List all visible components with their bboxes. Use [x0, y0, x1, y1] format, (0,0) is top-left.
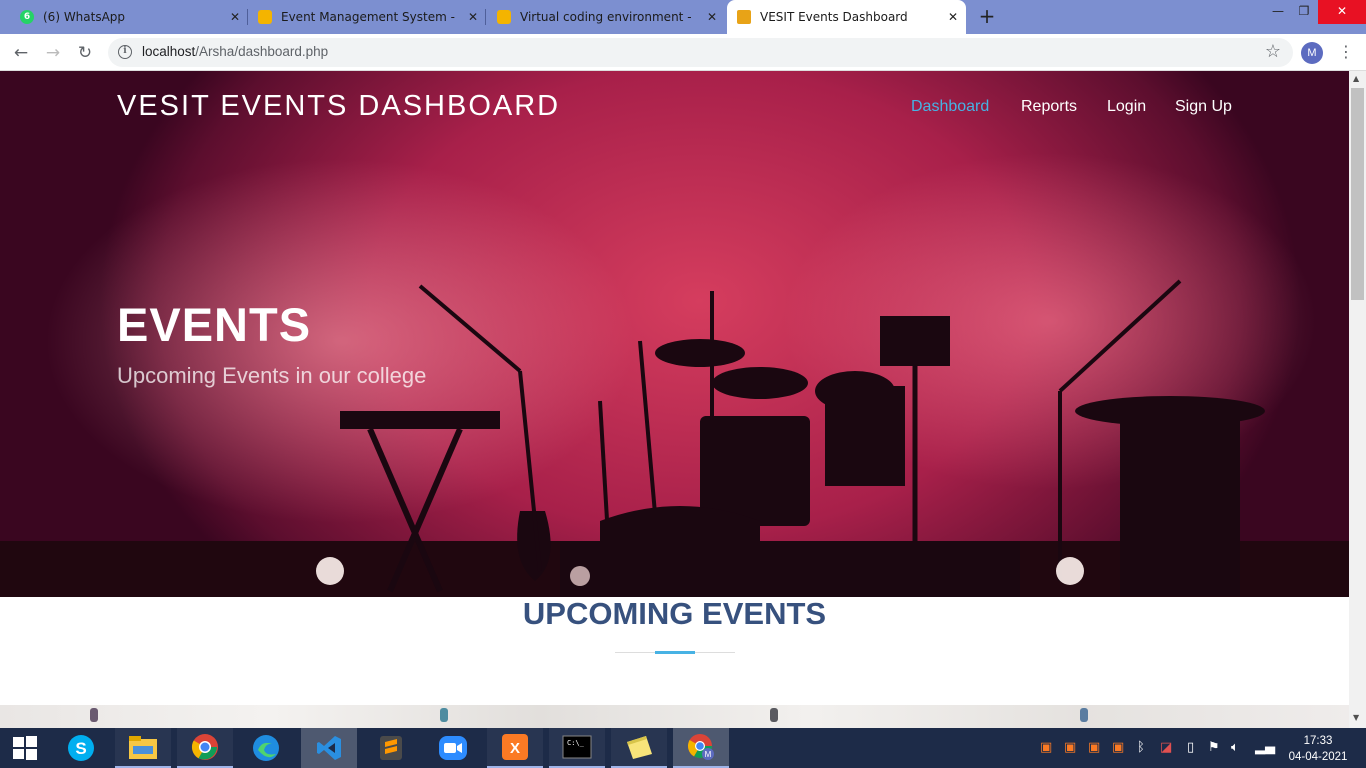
chrome-profile-icon[interactable]: M: [673, 728, 729, 768]
clock-date: 04-04-2021: [1288, 751, 1348, 763]
tab-title: VESIT Events Dashboard: [760, 10, 908, 24]
close-tab-icon[interactable]: ✕: [707, 10, 717, 24]
url-text[interactable]: localhost/Arsha/dashboard.php: [142, 44, 328, 59]
svg-text:X: X: [510, 740, 520, 757]
nav-dashboard[interactable]: Dashboard: [911, 98, 989, 116]
bluetooth-icon[interactable]: ᛒ: [1137, 740, 1145, 755]
tab-whatsapp[interactable]: 6 (6) WhatsApp ✕: [12, 0, 248, 34]
skype-icon[interactable]: S: [53, 728, 109, 768]
tray-xampp-icon[interactable]: ▣: [1112, 740, 1124, 755]
taskbar-clock[interactable]: 17:33 04-04-2021: [1287, 733, 1349, 765]
svg-text:M: M: [705, 750, 712, 759]
hero-subtitle: Upcoming Events in our college: [117, 363, 427, 388]
nav-sign-up[interactable]: Sign Up: [1175, 98, 1232, 116]
tab-event-management-system[interactable]: Event Management System - Goo ✕: [250, 0, 486, 34]
address-bar[interactable]: i localhost/Arsha/dashboard.php ☆: [108, 38, 1293, 67]
close-tab-icon[interactable]: ✕: [948, 10, 958, 24]
tab-title: (6) WhatsApp: [43, 10, 126, 24]
close-tab-icon[interactable]: ✕: [230, 10, 240, 24]
close-tab-icon[interactable]: ✕: [468, 10, 478, 24]
scroll-up-icon[interactable]: ▲: [1353, 74, 1359, 83]
xampp-icon[interactable]: X: [487, 728, 543, 768]
tray-antivirus-icon[interactable]: ◪: [1160, 740, 1172, 755]
tray-xampp-icon[interactable]: ▣: [1040, 740, 1052, 755]
browser-menu-icon[interactable]: ⋮: [1338, 40, 1354, 64]
browser-toolbar: ← → ↻ i localhost/Arsha/dashboard.php ☆ …: [0, 34, 1366, 71]
nav-reports[interactable]: Reports: [1021, 98, 1077, 116]
svg-text:C:\_: C:\_: [567, 739, 585, 747]
edge-icon[interactable]: [238, 728, 294, 768]
hero-title: EVENTS: [117, 298, 312, 351]
crowd-figure: [770, 708, 778, 722]
svg-text:S: S: [75, 739, 86, 758]
new-tab-button[interactable]: +: [976, 5, 998, 27]
tab-vesit-events-dashboard[interactable]: VESIT Events Dashboard ✕: [727, 0, 966, 34]
sublime-text-icon[interactable]: [363, 728, 419, 768]
close-window-button[interactable]: ✕: [1318, 0, 1366, 24]
url-host: localhost: [142, 44, 196, 59]
section-title: UPCOMING EVENTS: [522, 596, 827, 631]
events-image-strip: [0, 705, 1349, 728]
chrome-icon[interactable]: [177, 728, 233, 768]
windows-start-icon[interactable]: [0, 728, 50, 768]
windows-taskbar: S X C:\_ M ▣ ▣ ▣ ▣ ᛒ ◪ ▯ ⚑ 🔈︎ ▂▄ 17:33 0…: [0, 728, 1366, 768]
action-center-flag-icon[interactable]: ⚑: [1208, 740, 1220, 755]
battery-icon[interactable]: ▯: [1187, 740, 1194, 755]
tab-virtual-coding-environment[interactable]: Virtual coding environment - Goo ✕: [489, 0, 725, 34]
zoom-icon[interactable]: [425, 728, 481, 768]
page-viewport: VESIT EVENTS DASHBOARD Dashboard Reports…: [0, 71, 1349, 728]
reload-icon[interactable]: ↻: [74, 42, 96, 64]
clock-time: 17:33: [1303, 735, 1333, 747]
file-explorer-icon[interactable]: [115, 728, 171, 768]
browser-tab-bar: 6 (6) WhatsApp ✕ Event Management System…: [0, 0, 1366, 34]
volume-icon[interactable]: 🔈︎: [1231, 740, 1239, 755]
forward-icon[interactable]: →: [42, 42, 64, 64]
nav-login[interactable]: Login: [1107, 98, 1146, 116]
vscode-icon[interactable]: [301, 728, 357, 768]
page-scrollbar[interactable]: ▲ ▼: [1349, 71, 1366, 728]
google-slides-icon: [258, 10, 272, 24]
network-signal-icon[interactable]: ▂▄: [1255, 740, 1275, 755]
hero-section: VESIT EVENTS DASHBOARD Dashboard Reports…: [0, 71, 1349, 597]
google-slides-icon: [497, 10, 511, 24]
crowd-figure: [1080, 708, 1088, 722]
back-icon[interactable]: ←: [10, 42, 32, 64]
site-brand[interactable]: VESIT EVENTS DASHBOARD: [117, 90, 560, 123]
crowd-figure: [90, 708, 98, 722]
command-prompt-icon[interactable]: C:\_: [549, 728, 605, 768]
vesit-logo-icon: [737, 10, 751, 24]
tray-xampp-icon[interactable]: ▣: [1088, 740, 1100, 755]
tray-xampp-icon[interactable]: ▣: [1064, 740, 1076, 755]
url-path: /Arsha/dashboard.php: [195, 44, 329, 59]
bookmark-star-icon[interactable]: ☆: [1265, 41, 1281, 62]
section-divider-accent: [655, 651, 695, 654]
info-icon[interactable]: i: [118, 45, 132, 59]
sticky-notes-icon[interactable]: [611, 728, 667, 768]
scrollbar-thumb[interactable]: [1351, 88, 1364, 300]
tab-title: Event Management System - Goo: [281, 10, 456, 24]
whatsapp-icon: 6: [20, 10, 34, 24]
crowd-figure: [440, 708, 448, 722]
scroll-down-icon[interactable]: ▼: [1353, 713, 1359, 722]
profile-avatar[interactable]: M: [1301, 42, 1323, 64]
tab-title: Virtual coding environment - Goo: [520, 10, 695, 24]
